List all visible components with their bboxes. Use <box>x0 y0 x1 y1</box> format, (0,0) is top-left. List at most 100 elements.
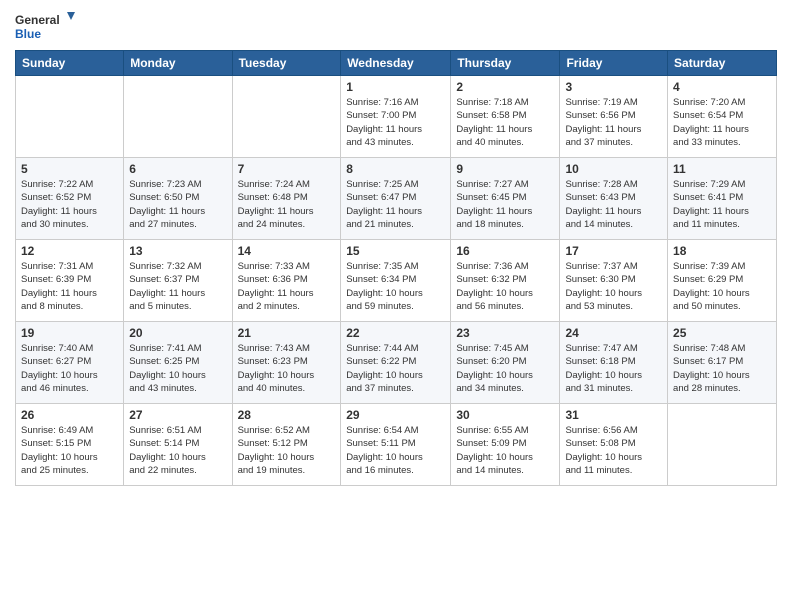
day-number: 25 <box>673 326 771 340</box>
day-cell: 30 Sunrise: 6:55 AM Sunset: 5:09 PM Dayli… <box>451 404 560 486</box>
day-cell: 11Sunrise: 7:29 AM Sunset: 6:41 PM Dayli… <box>668 158 777 240</box>
day-cell: 24 Sunrise: 7:47 AM Sunset: 6:18 PM Dayli… <box>560 322 668 404</box>
day-cell: 25 Sunrise: 7:48 AM Sunset: 6:17 PM Dayli… <box>668 322 777 404</box>
day-cell: 28 Sunrise: 6:52 AM Sunset: 5:12 PM Dayli… <box>232 404 341 486</box>
week-row-4: 19 Sunrise: 7:40 AM Sunset: 6:27 PM Dayli… <box>16 322 777 404</box>
day-number: 9 <box>456 162 554 176</box>
day-info: Sunrise: 7:25 AM Sunset: 6:47 PM Dayligh… <box>346 178 445 231</box>
day-number: 29 <box>346 408 445 422</box>
day-number: 6 <box>129 162 226 176</box>
calendar: SundayMondayTuesdayWednesdayThursdayFrid… <box>15 50 777 486</box>
weekday-header-tuesday: Tuesday <box>232 51 341 76</box>
day-number: 18 <box>673 244 771 258</box>
day-cell: 14Sunrise: 7:33 AM Sunset: 6:36 PM Dayli… <box>232 240 341 322</box>
day-cell: 23 Sunrise: 7:45 AM Sunset: 6:20 PM Dayli… <box>451 322 560 404</box>
weekday-header-row: SundayMondayTuesdayWednesdayThursdayFrid… <box>16 51 777 76</box>
day-number: 26 <box>21 408 118 422</box>
day-info: Sunrise: 7:22 AM Sunset: 6:52 PM Dayligh… <box>21 178 118 231</box>
logo: General Blue <box>15 10 75 42</box>
svg-text:General: General <box>15 13 60 27</box>
day-info: Sunrise: 7:40 AM Sunset: 6:27 PM Dayligh… <box>21 342 118 395</box>
day-number: 20 <box>129 326 226 340</box>
weekday-header-sunday: Sunday <box>16 51 124 76</box>
day-cell: 27Sunrise: 6:51 AM Sunset: 5:14 PM Dayli… <box>124 404 232 486</box>
day-info: Sunrise: 7:18 AM Sunset: 6:58 PM Dayligh… <box>456 96 554 149</box>
day-cell <box>124 76 232 158</box>
day-cell: 20 Sunrise: 7:41 AM Sunset: 6:25 PM Dayli… <box>124 322 232 404</box>
day-info: Sunrise: 7:44 AM Sunset: 6:22 PM Dayligh… <box>346 342 445 395</box>
weekday-header-wednesday: Wednesday <box>341 51 451 76</box>
day-number: 19 <box>21 326 118 340</box>
day-info: Sunrise: 7:20 AM Sunset: 6:54 PM Dayligh… <box>673 96 771 149</box>
day-cell: 5Sunrise: 7:22 AM Sunset: 6:52 PM Daylig… <box>16 158 124 240</box>
day-cell: 8 Sunrise: 7:25 AM Sunset: 6:47 PM Daylig… <box>341 158 451 240</box>
logo-svg: General Blue <box>15 10 75 42</box>
day-info: Sunrise: 6:55 AM Sunset: 5:09 PM Dayligh… <box>456 424 554 477</box>
day-info: Sunrise: 7:29 AM Sunset: 6:41 PM Dayligh… <box>673 178 771 231</box>
day-cell: 13 Sunrise: 7:32 AM Sunset: 6:37 PM Dayli… <box>124 240 232 322</box>
day-cell: 2 Sunrise: 7:18 AM Sunset: 6:58 PM Daylig… <box>451 76 560 158</box>
day-cell: 7 Sunrise: 7:24 AM Sunset: 6:48 PM Daylig… <box>232 158 341 240</box>
day-number: 8 <box>346 162 445 176</box>
day-number: 30 <box>456 408 554 422</box>
day-number: 4 <box>673 80 771 94</box>
day-number: 1 <box>346 80 445 94</box>
day-info: Sunrise: 7:37 AM Sunset: 6:30 PM Dayligh… <box>565 260 662 313</box>
day-number: 7 <box>238 162 336 176</box>
day-info: Sunrise: 7:23 AM Sunset: 6:50 PM Dayligh… <box>129 178 226 231</box>
week-row-2: 5Sunrise: 7:22 AM Sunset: 6:52 PM Daylig… <box>16 158 777 240</box>
day-info: Sunrise: 6:52 AM Sunset: 5:12 PM Dayligh… <box>238 424 336 477</box>
day-cell: 19 Sunrise: 7:40 AM Sunset: 6:27 PM Dayli… <box>16 322 124 404</box>
day-number: 14 <box>238 244 336 258</box>
day-cell: 10Sunrise: 7:28 AM Sunset: 6:43 PM Dayli… <box>560 158 668 240</box>
day-cell: 9Sunrise: 7:27 AM Sunset: 6:45 PM Daylig… <box>451 158 560 240</box>
day-cell: 22 Sunrise: 7:44 AM Sunset: 6:22 PM Dayli… <box>341 322 451 404</box>
day-number: 22 <box>346 326 445 340</box>
day-cell: 26 Sunrise: 6:49 AM Sunset: 5:15 PM Dayli… <box>16 404 124 486</box>
day-info: Sunrise: 7:39 AM Sunset: 6:29 PM Dayligh… <box>673 260 771 313</box>
day-info: Sunrise: 7:41 AM Sunset: 6:25 PM Dayligh… <box>129 342 226 395</box>
svg-text:Blue: Blue <box>15 27 41 41</box>
day-number: 24 <box>565 326 662 340</box>
day-number: 16 <box>456 244 554 258</box>
day-cell: 12Sunrise: 7:31 AM Sunset: 6:39 PM Dayli… <box>16 240 124 322</box>
day-cell: 4 Sunrise: 7:20 AM Sunset: 6:54 PM Daylig… <box>668 76 777 158</box>
day-number: 21 <box>238 326 336 340</box>
weekday-header-monday: Monday <box>124 51 232 76</box>
day-info: Sunrise: 7:28 AM Sunset: 6:43 PM Dayligh… <box>565 178 662 231</box>
day-cell <box>668 404 777 486</box>
day-number: 31 <box>565 408 662 422</box>
day-number: 13 <box>129 244 226 258</box>
day-cell: 17 Sunrise: 7:37 AM Sunset: 6:30 PM Dayli… <box>560 240 668 322</box>
day-info: Sunrise: 7:48 AM Sunset: 6:17 PM Dayligh… <box>673 342 771 395</box>
day-cell: 29Sunrise: 6:54 AM Sunset: 5:11 PM Dayli… <box>341 404 451 486</box>
day-info: Sunrise: 7:43 AM Sunset: 6:23 PM Dayligh… <box>238 342 336 395</box>
day-number: 12 <box>21 244 118 258</box>
day-cell: 15 Sunrise: 7:35 AM Sunset: 6:34 PM Dayli… <box>341 240 451 322</box>
day-number: 28 <box>238 408 336 422</box>
day-info: Sunrise: 7:19 AM Sunset: 6:56 PM Dayligh… <box>565 96 662 149</box>
day-info: Sunrise: 7:45 AM Sunset: 6:20 PM Dayligh… <box>456 342 554 395</box>
day-number: 17 <box>565 244 662 258</box>
day-number: 3 <box>565 80 662 94</box>
day-cell <box>232 76 341 158</box>
day-info: Sunrise: 6:49 AM Sunset: 5:15 PM Dayligh… <box>21 424 118 477</box>
week-row-1: 1Sunrise: 7:16 AM Sunset: 7:00 PM Daylig… <box>16 76 777 158</box>
day-info: Sunrise: 7:36 AM Sunset: 6:32 PM Dayligh… <box>456 260 554 313</box>
weekday-header-friday: Friday <box>560 51 668 76</box>
day-cell: 16 Sunrise: 7:36 AM Sunset: 6:32 PM Dayli… <box>451 240 560 322</box>
day-number: 15 <box>346 244 445 258</box>
day-cell: 31Sunrise: 6:56 AM Sunset: 5:08 PM Dayli… <box>560 404 668 486</box>
day-cell: 1Sunrise: 7:16 AM Sunset: 7:00 PM Daylig… <box>341 76 451 158</box>
weekday-header-thursday: Thursday <box>451 51 560 76</box>
day-number: 23 <box>456 326 554 340</box>
day-info: Sunrise: 7:47 AM Sunset: 6:18 PM Dayligh… <box>565 342 662 395</box>
day-info: Sunrise: 7:24 AM Sunset: 6:48 PM Dayligh… <box>238 178 336 231</box>
day-info: Sunrise: 7:32 AM Sunset: 6:37 PM Dayligh… <box>129 260 226 313</box>
day-info: Sunrise: 7:35 AM Sunset: 6:34 PM Dayligh… <box>346 260 445 313</box>
week-row-5: 26 Sunrise: 6:49 AM Sunset: 5:15 PM Dayli… <box>16 404 777 486</box>
day-cell <box>16 76 124 158</box>
header: General Blue <box>15 10 777 42</box>
day-number: 2 <box>456 80 554 94</box>
week-row-3: 12Sunrise: 7:31 AM Sunset: 6:39 PM Dayli… <box>16 240 777 322</box>
